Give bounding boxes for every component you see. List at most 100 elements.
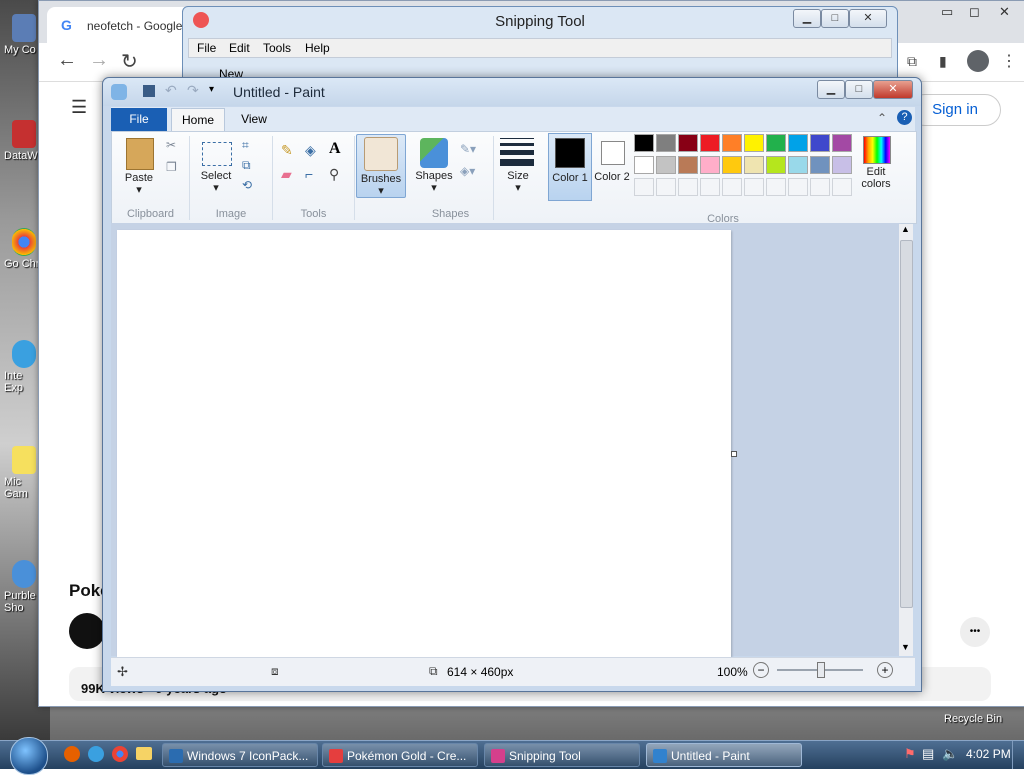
zoom-in-button[interactable]: + <box>877 662 893 678</box>
palette-swatch[interactable] <box>700 134 720 152</box>
palette-swatch[interactable] <box>678 134 698 152</box>
maximize-icon[interactable]: ◻ <box>969 4 980 20</box>
palette-swatch[interactable] <box>722 134 742 152</box>
palette-swatch[interactable] <box>810 156 830 174</box>
action-center-flag-icon[interactable]: ⚑ <box>904 746 916 762</box>
palette-swatch[interactable] <box>656 134 676 152</box>
redo-icon[interactable]: ↷ <box>187 82 199 99</box>
tab-view[interactable]: View <box>229 108 279 131</box>
palette-swatch[interactable] <box>810 134 830 152</box>
snip-maximize-button[interactable]: □ <box>821 9 849 28</box>
profile-avatar[interactable] <box>967 50 989 72</box>
drawing-canvas[interactable] <box>117 230 731 660</box>
scroll-down-icon[interactable]: ▼ <box>901 642 910 652</box>
palette-swatch[interactable] <box>788 156 808 174</box>
taskbar-item-snipping-tool[interactable]: Snipping Tool <box>484 743 640 767</box>
size-button[interactable]: Size ▾ <box>494 134 542 196</box>
ie-icon[interactable] <box>88 746 104 762</box>
paint-minimize-button[interactable]: ▁ <box>817 80 845 99</box>
reload-icon[interactable]: ↻ <box>121 49 138 74</box>
channel-avatar[interactable] <box>69 613 105 649</box>
tab-file[interactable]: File <box>111 108 167 131</box>
taskbar-item-paint[interactable]: Untitled - Paint <box>646 743 802 767</box>
palette-swatch[interactable] <box>634 134 654 152</box>
custom-color-slot[interactable] <box>744 178 764 196</box>
custom-color-slot[interactable] <box>634 178 654 196</box>
brushes-button[interactable]: Brushes ▾ <box>356 134 406 198</box>
taskbar-item-iconpack[interactable]: Windows 7 IconPack... <box>162 743 318 767</box>
edit-colors-button[interactable]: Edit colors <box>856 134 896 200</box>
canvas-resize-handle[interactable] <box>731 451 737 457</box>
show-desktop-button[interactable] <box>1012 741 1024 769</box>
snip-menu-help[interactable]: Help <box>305 41 330 55</box>
start-button[interactable] <box>10 737 48 775</box>
rotate-icon[interactable]: ⟲ <box>242 178 252 192</box>
custom-color-slot[interactable] <box>722 178 742 196</box>
eraser-icon[interactable]: ▰ <box>281 166 292 183</box>
sign-in-button[interactable]: Sign in <box>909 94 1001 126</box>
palette-swatch[interactable] <box>700 156 720 174</box>
custom-color-slot[interactable] <box>810 178 830 196</box>
more-actions-button[interactable]: ••• <box>960 617 990 647</box>
palette-swatch[interactable] <box>656 156 676 174</box>
snip-close-button[interactable]: ✕ <box>849 9 887 28</box>
magnifier-icon[interactable]: ⚲ <box>329 166 339 183</box>
chrome-menu-icon[interactable]: ⋮ <box>1001 51 1017 71</box>
palette-swatch[interactable] <box>744 156 764 174</box>
paint-maximize-button[interactable]: □ <box>845 80 873 99</box>
snip-menu-tools[interactable]: Tools <box>263 41 291 55</box>
resize-icon[interactable]: ⧉ <box>242 158 251 173</box>
clock[interactable]: 4:02 PM <box>966 747 1011 761</box>
hamburger-menu-icon[interactable]: ☰ <box>71 97 87 118</box>
custom-color-slot[interactable] <box>656 178 676 196</box>
custom-color-slot[interactable] <box>700 178 720 196</box>
vertical-scrollbar[interactable]: ▲ ▼ <box>899 224 913 656</box>
fill-icon[interactable]: ◈ <box>305 142 316 159</box>
ribbon-collapse-icon[interactable]: ⌃ <box>877 111 887 125</box>
tab-home[interactable]: Home <box>171 108 225 132</box>
minimize-icon[interactable]: ▭ <box>941 4 953 20</box>
screenshot-icon[interactable]: ⧉ <box>907 53 917 70</box>
copy-icon[interactable]: ❐ <box>166 160 177 174</box>
palette-swatch[interactable] <box>788 134 808 152</box>
chrome-icon[interactable] <box>112 746 128 762</box>
palette-swatch[interactable] <box>634 156 654 174</box>
color1-button[interactable]: Color 1 <box>548 133 592 201</box>
custom-color-slot[interactable] <box>678 178 698 196</box>
snip-menu-file[interactable]: File <box>197 41 216 55</box>
scrollbar-thumb[interactable] <box>900 240 913 608</box>
undo-icon[interactable]: ↶ <box>165 82 177 99</box>
custom-color-slot[interactable] <box>832 178 852 196</box>
quick-access-dropdown-icon[interactable]: ▾ <box>209 84 214 95</box>
snip-minimize-button[interactable]: ▁ <box>793 9 821 28</box>
close-icon[interactable]: ✕ <box>999 4 1010 20</box>
palette-swatch[interactable] <box>766 134 786 152</box>
shape-fill-icon[interactable]: ◈▾ <box>460 164 475 178</box>
volume-icon[interactable]: 🔈 <box>942 746 958 762</box>
paint-close-button[interactable]: ✕ <box>873 80 913 99</box>
snip-menu-edit[interactable]: Edit <box>229 41 250 55</box>
network-icon[interactable]: ▤ <box>922 746 934 762</box>
palette-swatch[interactable] <box>766 156 786 174</box>
paste-button[interactable]: Paste ▾ <box>118 136 160 196</box>
palette-swatch[interactable] <box>744 134 764 152</box>
palette-swatch[interactable] <box>722 156 742 174</box>
custom-color-slot[interactable] <box>788 178 808 196</box>
paint-app-icon[interactable] <box>111 84 127 100</box>
firefox-icon[interactable] <box>64 746 80 762</box>
forward-icon[interactable]: → <box>89 49 109 72</box>
outline-icon[interactable]: ✎▾ <box>460 142 476 156</box>
scroll-up-icon[interactable]: ▲ <box>901 224 910 234</box>
palette-swatch[interactable] <box>832 156 852 174</box>
palette-swatch[interactable] <box>678 156 698 174</box>
shapes-button[interactable]: Shapes ▾ <box>412 136 456 194</box>
back-icon[interactable]: ← <box>57 49 77 72</box>
recycle-bin-label[interactable]: Recycle Bin <box>944 713 1002 725</box>
zoom-slider-thumb[interactable] <box>817 662 825 678</box>
help-icon[interactable]: ? <box>897 110 912 125</box>
crop-icon[interactable]: ⌗ <box>242 138 249 153</box>
save-icon[interactable] <box>143 85 155 97</box>
pencil-icon[interactable]: ✎ <box>281 142 293 159</box>
text-icon[interactable]: A <box>329 140 341 158</box>
select-button[interactable]: Select ▾ <box>194 136 238 194</box>
